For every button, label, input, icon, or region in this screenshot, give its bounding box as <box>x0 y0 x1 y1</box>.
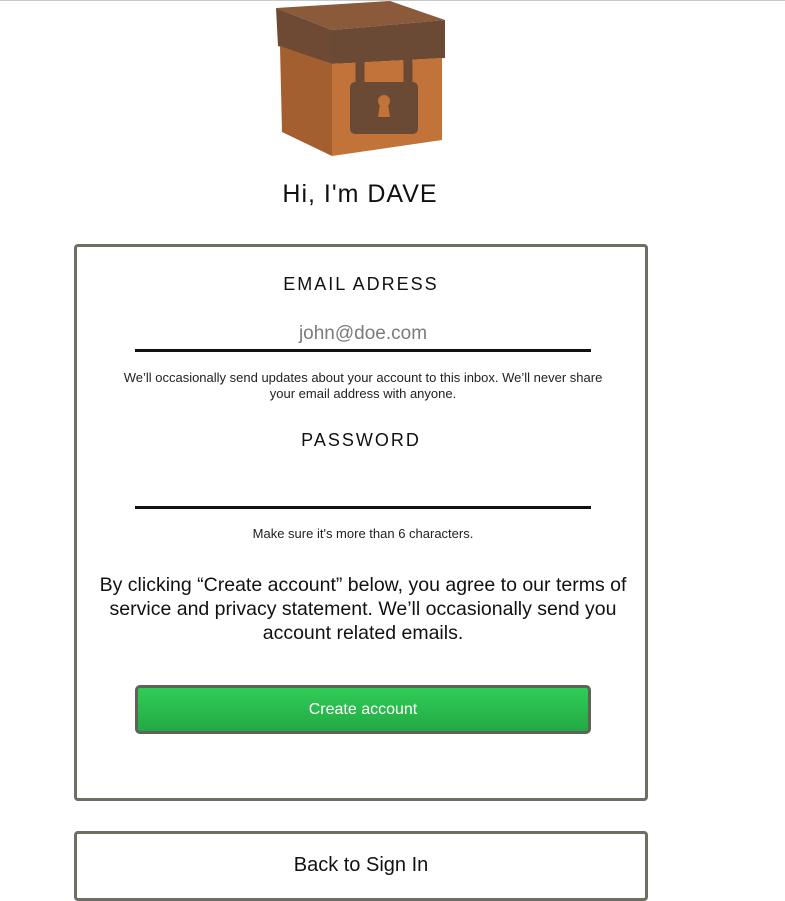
email-input[interactable] <box>135 318 591 352</box>
password-label: PASSWORD <box>301 430 421 450</box>
email-hint: We’ll occasionally send updates about yo… <box>123 370 603 401</box>
locked-box-icon <box>272 0 448 158</box>
back-to-sign-in-link[interactable]: Back to Sign In <box>77 854 645 877</box>
terms-text: By clicking “Create account” below, you … <box>99 574 627 644</box>
signup-card: EMAIL ADRESS We’ll occasionally send upd… <box>74 244 648 801</box>
password-hint: Make sure it's more than 6 characters. <box>252 526 474 541</box>
password-input[interactable] <box>135 475 591 509</box>
create-account-button[interactable]: Create account <box>135 685 591 734</box>
greeting-heading: Hi, I'm DAVE <box>282 180 438 208</box>
email-label: EMAIL ADRESS <box>283 274 439 294</box>
